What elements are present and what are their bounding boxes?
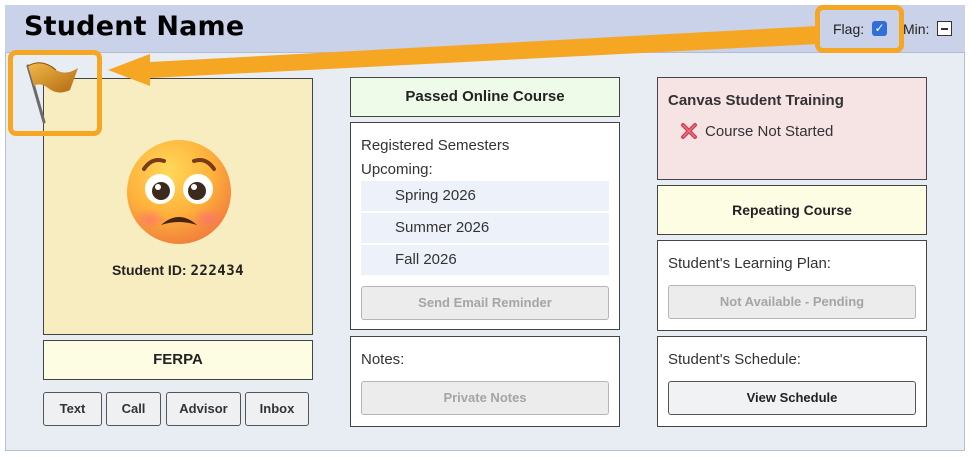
min-label: Min:	[903, 21, 930, 37]
canvas-status: Course Not Started	[705, 123, 834, 140]
passed-online-course-badge: Passed Online Course	[350, 77, 620, 117]
schedule-label: Student's Schedule:	[668, 351, 801, 368]
schedule-panel: Student's Schedule: View Schedule	[657, 336, 927, 427]
notes-panel: Notes: Private Notes	[350, 336, 620, 427]
semester-item: Fall 2026	[361, 245, 609, 275]
ferpa-badge: FERPA	[43, 340, 313, 380]
registered-semesters-label: Registered Semesters	[361, 137, 510, 154]
semester-item: Summer 2026	[361, 213, 609, 243]
flag-highlight-box	[815, 5, 904, 53]
learning-plan-panel: Student's Learning Plan: Not Available -…	[657, 240, 927, 331]
flag-icon-highlight-box	[8, 50, 102, 136]
registered-semesters-panel: Registered Semesters Upcoming: Spring 20…	[350, 122, 620, 330]
student-id-label: Student ID:	[111, 262, 187, 278]
canvas-training-panel: Canvas Student Training Course Not Start…	[657, 77, 927, 180]
text-button[interactable]: Text	[43, 392, 102, 426]
minimize-checkbox[interactable]	[937, 21, 952, 36]
view-schedule-button[interactable]: View Schedule	[668, 381, 916, 415]
send-email-reminder-button[interactable]: Send Email Reminder	[361, 286, 609, 320]
private-notes-button[interactable]: Private Notes	[361, 381, 609, 415]
canvas-training-title: Canvas Student Training	[668, 92, 844, 109]
semester-item: Spring 2026	[361, 181, 609, 211]
learning-plan-button[interactable]: Not Available - Pending	[668, 285, 916, 319]
anxious-face-emoji-icon	[127, 140, 231, 244]
call-button[interactable]: Call	[106, 392, 161, 426]
inbox-button[interactable]: Inbox	[245, 392, 309, 426]
student-id: Student ID: 222434	[44, 262, 312, 279]
repeating-course-badge: Repeating Course	[657, 185, 927, 235]
learning-plan-label: Student's Learning Plan:	[668, 255, 831, 272]
student-name: Student Name	[24, 11, 245, 42]
upcoming-label: Upcoming:	[361, 161, 433, 178]
notes-label: Notes:	[361, 351, 405, 368]
student-id-value: 222434	[190, 263, 245, 279]
advisor-button[interactable]: Advisor	[166, 392, 241, 426]
red-x-icon	[681, 123, 697, 139]
